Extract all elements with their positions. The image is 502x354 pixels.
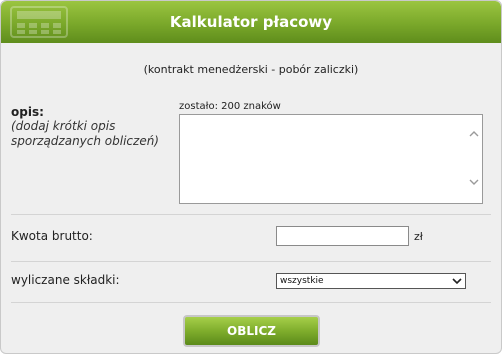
page-title: Kalkulator płacowy bbox=[169, 13, 333, 31]
description-label: opis: bbox=[11, 105, 44, 119]
calculate-button[interactable]: OBLICZ bbox=[183, 315, 320, 347]
description-textarea[interactable] bbox=[179, 114, 483, 204]
gross-amount-label: Kwota brutto: bbox=[11, 229, 93, 243]
gross-amount-input[interactable] bbox=[276, 226, 409, 246]
contributions-label: wyliczane składki: bbox=[11, 273, 120, 287]
scroll-down-icon[interactable] bbox=[469, 177, 479, 187]
divider bbox=[11, 261, 491, 262]
panel-header: Kalkulator płacowy bbox=[1, 1, 501, 43]
currency-unit: zł bbox=[414, 230, 423, 243]
contributions-select[interactable]: wszystkie bbox=[276, 273, 466, 289]
divider bbox=[11, 302, 491, 303]
description-hint: (dodaj krótki opis sporządzanych oblicze… bbox=[11, 119, 159, 148]
chevron-down-icon bbox=[452, 278, 462, 285]
scroll-up-icon[interactable] bbox=[469, 129, 479, 139]
remaining-characters: zostało: 200 znaków bbox=[179, 101, 281, 112]
contract-subtitle: (kontrakt menedżerski - pobór zaliczki) bbox=[143, 63, 359, 76]
calculator-panel: Kalkulator płacowy (kontrakt menedżerski… bbox=[0, 0, 502, 354]
contributions-selected-value: wszystkie bbox=[280, 276, 324, 286]
divider bbox=[11, 214, 491, 215]
